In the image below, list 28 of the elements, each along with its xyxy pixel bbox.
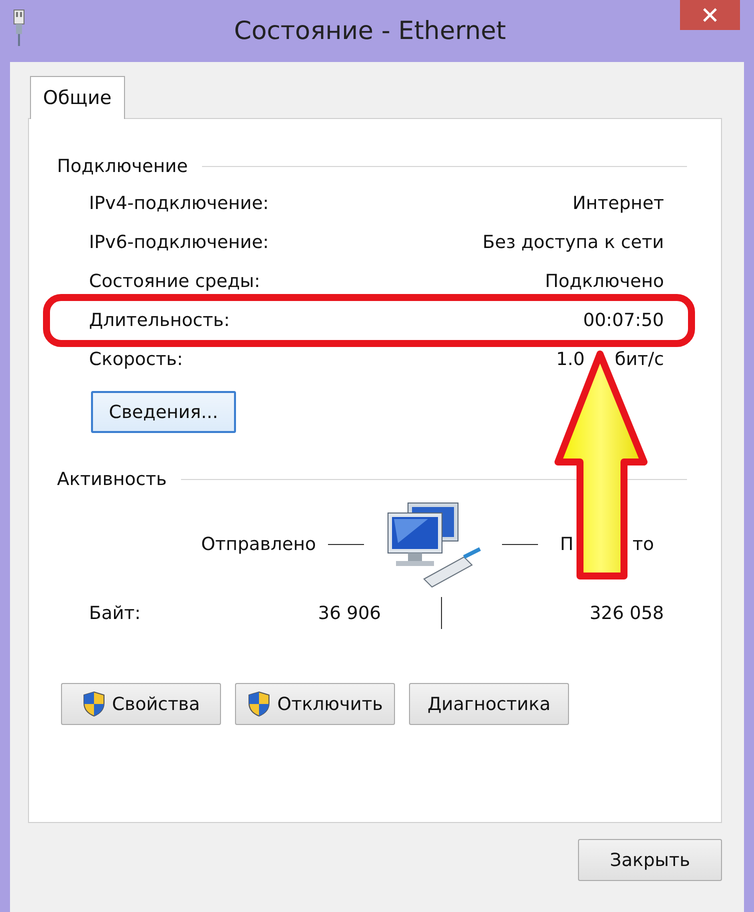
window-title: Состояние - Ethernet xyxy=(234,15,506,47)
field-label: Состояние среды: xyxy=(89,271,260,292)
sent-label: Отправлено xyxy=(200,534,317,554)
field-value: бит/с xyxy=(614,349,664,370)
field-value: Без доступа к сети xyxy=(482,232,664,253)
received-label: то xyxy=(632,534,656,554)
bytes-received-value: 326 058 xyxy=(588,602,665,624)
action-button[interactable]: Отключить xyxy=(235,683,395,725)
action-button[interactable]: Свойства xyxy=(61,683,221,725)
details-button[interactable]: Сведения... xyxy=(91,391,236,433)
field-label: Скорость: xyxy=(89,349,183,370)
tab[interactable]: Общие xyxy=(30,76,125,119)
close-dialog-button[interactable]: Закрыть xyxy=(578,839,722,881)
field-label: IPv4-подключение: xyxy=(89,193,269,214)
received-label: П xyxy=(560,534,574,554)
section-heading: Активность xyxy=(57,468,167,490)
field-label: Длительность: xyxy=(89,310,230,331)
field-value: Интернет xyxy=(572,193,664,214)
section-heading: Подключение xyxy=(57,156,188,176)
field-value: 00:07:50 xyxy=(583,310,664,331)
field-label: IPv6-подключение: xyxy=(89,232,269,253)
close-button[interactable] xyxy=(680,0,740,30)
close-icon xyxy=(703,8,717,22)
bytes-sent-value: 36 906 xyxy=(318,602,381,624)
field-value: 1.0 xyxy=(556,349,585,370)
action-button[interactable]: Диагностика xyxy=(409,683,569,725)
bytes-label: Байт: xyxy=(89,602,141,624)
field-value: Подключено xyxy=(544,271,664,292)
